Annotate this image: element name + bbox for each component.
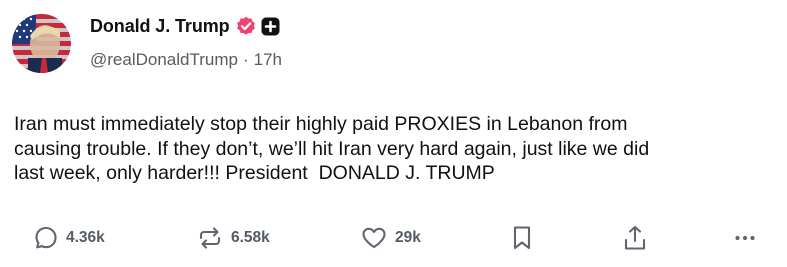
repost-count: 6.58k	[231, 229, 270, 246]
author-display-name[interactable]: Donald J. Trump	[90, 16, 230, 37]
repost-icon	[196, 225, 224, 251]
plus-badge-icon	[261, 17, 280, 36]
author-avatar[interactable]	[12, 14, 71, 73]
action-bar: 4.36k 6.58k 29k	[0, 222, 787, 254]
bookmark-button[interactable]	[510, 222, 534, 254]
more-options-button[interactable]	[734, 222, 756, 254]
separator-dot: ·	[242, 50, 249, 69]
bookmark-icon	[510, 224, 534, 252]
repost-button[interactable]: 6.58k	[196, 222, 270, 254]
like-count: 29k	[395, 229, 421, 246]
like-heart-icon	[360, 225, 388, 251]
post-text: Iran must immediately stop their highly …	[14, 113, 650, 184]
avatar-image	[12, 14, 71, 73]
reply-button[interactable]: 4.36k	[33, 222, 105, 254]
post-timestamp[interactable]: 17h	[254, 50, 282, 70]
share-button[interactable]	[622, 222, 648, 254]
post-card: Donald J. Trump @realDonaldTrump · 17h I…	[0, 0, 787, 267]
author-name-row: Donald J. Trump	[90, 14, 280, 38]
verified-badge-icon	[236, 16, 256, 36]
share-icon	[622, 224, 648, 252]
more-icon	[734, 225, 756, 251]
like-button[interactable]: 29k	[360, 222, 421, 254]
author-handle-row: @realDonaldTrump · 17h	[90, 50, 282, 70]
reply-count: 4.36k	[66, 229, 105, 246]
reply-icon	[33, 225, 59, 251]
author-handle[interactable]: @realDonaldTrump	[90, 50, 238, 70]
